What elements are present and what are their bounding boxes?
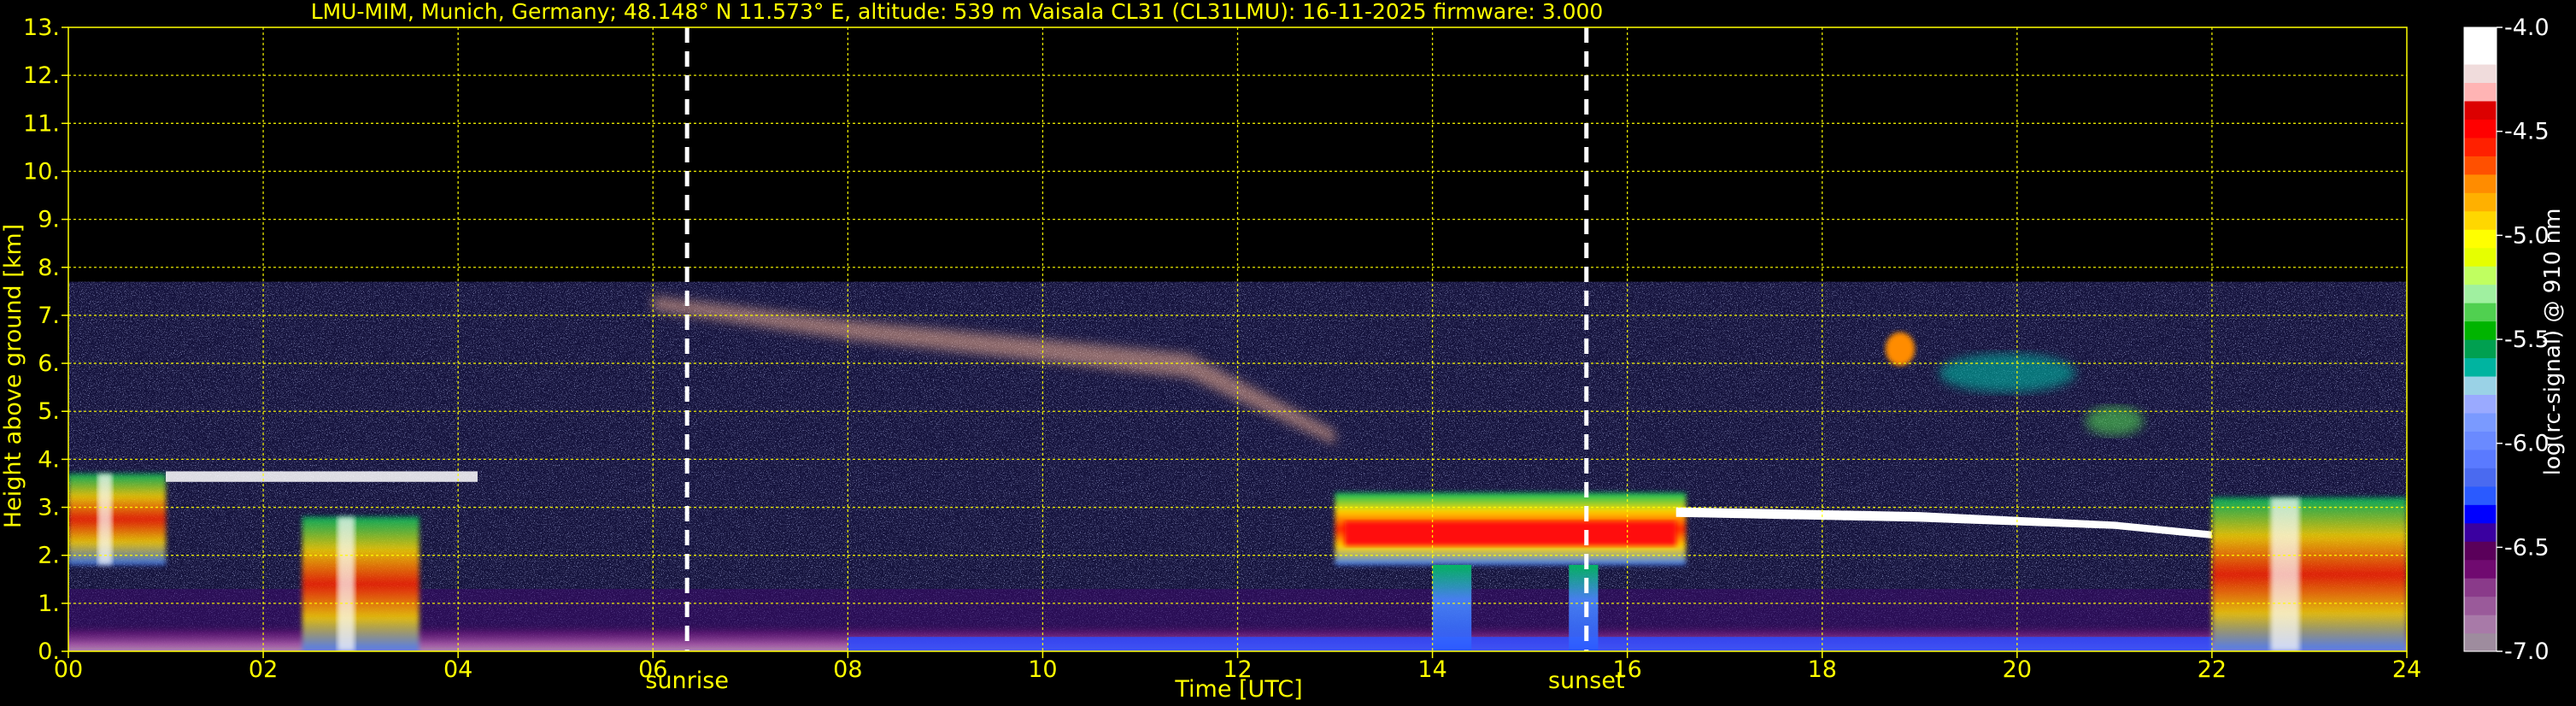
x-tick-label: 10: [1028, 656, 1057, 683]
cloud-core: [1344, 521, 1676, 546]
y-tick-label: 3.: [38, 495, 60, 521]
colorbar-segment: [2464, 541, 2497, 561]
colorbar-segment: [2464, 137, 2497, 156]
y-tick-label: 1.: [38, 591, 60, 617]
colorbar-segment: [2464, 192, 2497, 212]
colorbar-tick-label: -6.5: [2504, 534, 2550, 561]
x-axis-label: Time [UTC]: [1174, 676, 1302, 703]
colorbar-segment: [2464, 357, 2497, 377]
x-tick-label: 02: [249, 656, 278, 683]
data-feature: [302, 516, 420, 651]
data-feature: [166, 471, 478, 482]
y-tick-label: 6.: [38, 350, 60, 377]
cloud-patch: [1885, 332, 1916, 366]
cloud-region: [2211, 497, 2407, 651]
colorbar-segment: [2464, 174, 2497, 193]
x-tick-label: 06: [638, 656, 667, 683]
colorbar-segment: [2464, 156, 2497, 175]
colorbar-segment: [2464, 266, 2497, 285]
x-tick-label: 24: [2392, 656, 2421, 683]
cloud-core: [337, 516, 355, 651]
data-feature: [2211, 497, 2407, 651]
colorbar-segment: [2464, 559, 2497, 579]
colorbar-segment: [2464, 632, 2497, 652]
ceilometer-figure: sunrise sunset 00 02 04 06 08 10 12 14 16 18 20 22 24…: [0, 0, 2566, 703]
x-tick-label: 08: [833, 656, 862, 683]
colorbar-segment: [2464, 210, 2497, 230]
y-tick-label: 7.: [38, 303, 60, 329]
colorbar-segment: [2464, 522, 2497, 542]
colorbar-segment: [2464, 247, 2497, 267]
y-tick-label: 10.: [23, 158, 60, 185]
precip-shaft: [1432, 564, 1472, 651]
x-tick-label: 04: [443, 656, 472, 683]
colorbar-segment: [2464, 82, 2497, 102]
y-tick-label: 13.: [23, 15, 60, 41]
colorbar-segment: [2464, 27, 2497, 47]
chart-title: LMU-MIM, Munich, Germany; 48.148° N 11.5…: [311, 0, 1604, 24]
colorbar-tick-label: -4.0: [2504, 15, 2550, 41]
colorbar-segment: [2464, 449, 2497, 468]
near-surface-band: [848, 637, 2212, 651]
colorbar-segment: [2464, 229, 2497, 249]
y-axis-label: Height above ground [km]: [0, 224, 26, 528]
x-tick-label: 14: [1417, 656, 1446, 683]
x-tick-label: 18: [1808, 656, 1837, 683]
cloud-core: [2270, 497, 2300, 651]
cloud-patch: [1939, 353, 2076, 392]
colorbar-segment: [2464, 119, 2497, 138]
cloud-region: [68, 474, 167, 565]
colorbar-label: log(rc-signal) @ 910 nm: [2540, 209, 2566, 476]
colorbar-segment: [2464, 375, 2497, 396]
colorbar-segment: [2464, 321, 2497, 340]
x-tick-label: 16: [1612, 656, 1641, 683]
precip-shaft: [1569, 564, 1599, 651]
cloud-core: [97, 474, 113, 565]
colorbar-segment: [2464, 412, 2497, 432]
colorbar-segment: [2464, 284, 2497, 303]
y-tick-label: 4.: [38, 446, 60, 473]
colorbar-segment: [2464, 339, 2497, 359]
cloud-base-line: [166, 471, 478, 482]
y-tick-label: 9.: [38, 207, 60, 233]
y-tick-label: 11.: [23, 110, 60, 137]
y-tick-label: 12.: [23, 62, 60, 89]
colorbar: -4.0-4.5-5.0-5.5-6.0-6.5-7.0: [2463, 15, 2550, 665]
colorbar-tick-label: -4.5: [2504, 119, 2550, 145]
colorbar-segment: [2464, 615, 2497, 634]
y-tick-label: 8.: [38, 255, 60, 281]
colorbar-segment: [2464, 578, 2497, 597]
colorbar-segment: [2464, 504, 2497, 524]
y-tick-label: 2.: [38, 543, 60, 569]
colorbar-segment: [2464, 596, 2497, 615]
x-tick-label: 22: [2198, 656, 2227, 683]
colorbar-segment: [2464, 394, 2497, 414]
colorbar-segment: [2464, 100, 2497, 120]
x-tick-label: 20: [2003, 656, 2032, 683]
colorbar-segment: [2464, 303, 2497, 322]
colorbar-segment: [2464, 45, 2497, 65]
data-feature: [68, 474, 167, 565]
y-tick-label: 0.: [38, 638, 60, 665]
y-tick-label: 5.: [38, 398, 60, 425]
colorbar-segment: [2464, 485, 2497, 505]
colorbar-tick-label: -7.0: [2504, 638, 2550, 665]
colorbar-segment: [2464, 468, 2497, 487]
colorbar-segment: [2464, 431, 2497, 450]
cloud-region: [302, 516, 420, 651]
colorbar-segment: [2464, 63, 2497, 84]
